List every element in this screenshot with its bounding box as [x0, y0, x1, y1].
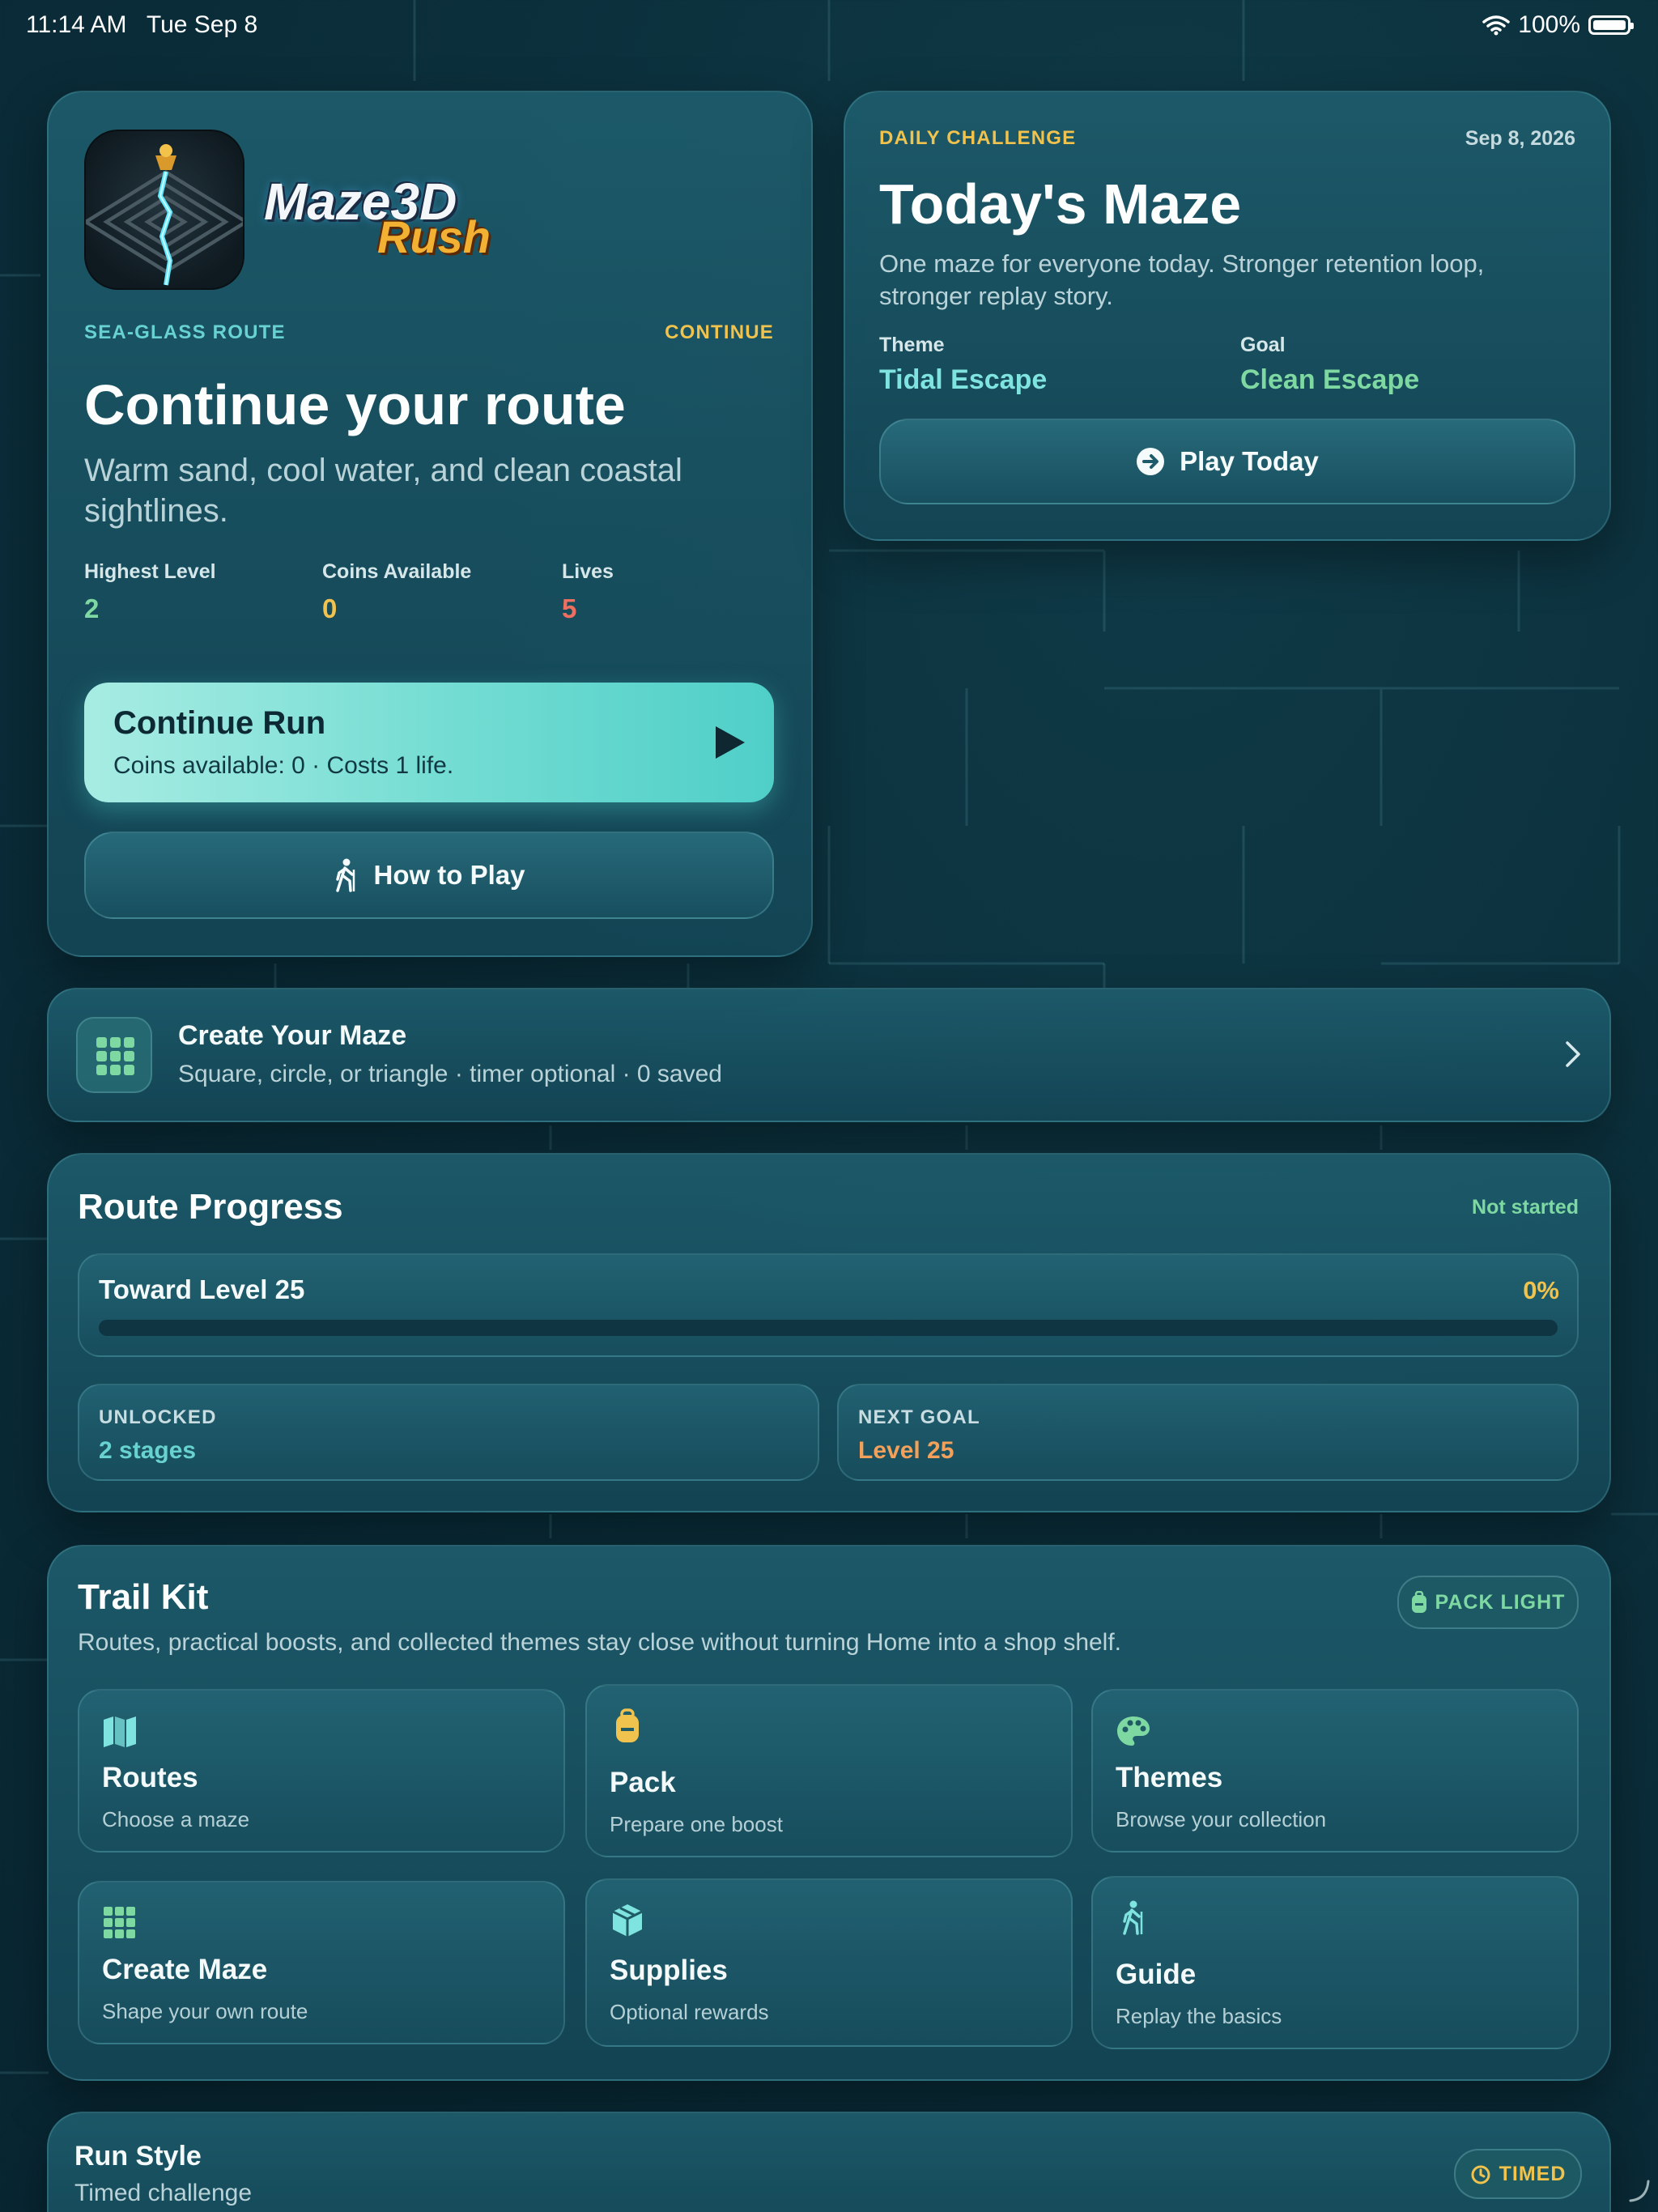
play-icon — [716, 726, 745, 759]
daily-date: Sep 8, 2026 — [1465, 127, 1575, 150]
next-goal-panel: NEXT GOAL Level 25 — [837, 1384, 1579, 1481]
game-logo: Maze3D Rush — [264, 172, 523, 262]
daily-theme-value: Tidal Escape — [879, 364, 1048, 395]
tile-title: Themes — [1116, 1762, 1223, 1793]
tile-title: Supplies — [610, 1955, 728, 1986]
backpack-icon — [616, 1708, 639, 1742]
timed-badge[interactable]: TIMED — [1454, 2149, 1582, 2199]
stat-value: 0 — [322, 593, 338, 623]
resize-handle[interactable] — [1627, 2178, 1652, 2202]
unlocked-panel: UNLOCKED 2 stages — [78, 1384, 819, 1481]
create-maze-icon-box — [76, 1017, 152, 1093]
tile-title: Guide — [1116, 1959, 1197, 1990]
daily-goal-label: Goal — [1240, 334, 1286, 356]
unlocked-label: UNLOCKED — [99, 1406, 217, 1428]
tile-create-maze[interactable]: Create Maze Shape your own route — [78, 1881, 565, 2044]
how-to-play-label: How to Play — [373, 860, 525, 890]
run-style-title: Run Style — [74, 2141, 202, 2172]
progress-bar-panel: Toward Level 25 0% — [78, 1253, 1579, 1357]
hero-title: Continue your route — [84, 373, 626, 436]
continue-run-title: Continue Run — [113, 705, 326, 741]
stat-value: 5 — [562, 593, 577, 623]
stat-label: Lives — [562, 560, 614, 583]
pack-light-badge: PACK LIGHT — [1397, 1576, 1579, 1629]
backpack-icon — [1411, 1591, 1426, 1613]
tile-routes[interactable]: Routes Choose a maze — [78, 1689, 565, 1853]
daily-goal-value: Clean Escape — [1240, 364, 1420, 395]
battery-icon — [1588, 15, 1634, 35]
hiker-icon — [1123, 1900, 1143, 1935]
hiker-icon — [336, 858, 355, 892]
tile-pack[interactable]: Pack Prepare one boost — [585, 1684, 1073, 1857]
stat-highest-level: Highest Level 2 — [84, 560, 216, 624]
app-icon — [84, 130, 244, 290]
grid-icon — [104, 1907, 135, 1938]
stat-value: 2 — [84, 593, 100, 623]
maze-app-icon — [86, 144, 243, 286]
route-name: SEA-GLASS ROUTE — [84, 321, 286, 343]
tile-title: Routes — [102, 1762, 198, 1793]
timed-label: TIMED — [1499, 2162, 1567, 2185]
tile-subtitle: Optional rewards — [610, 2000, 769, 2024]
tile-guide[interactable]: Guide Replay the basics — [1091, 1876, 1579, 2049]
grid-icon — [96, 1037, 134, 1075]
map-icon — [104, 1716, 136, 1747]
continue-run-subtitle: Coins available: 0 · Costs 1 life. — [113, 752, 454, 779]
route-progress-status: Not started — [1472, 1196, 1579, 1219]
arrow-circle-icon — [1137, 448, 1165, 475]
chevron-right-icon — [1566, 1041, 1580, 1067]
tile-title: Pack — [610, 1767, 676, 1798]
create-maze-row[interactable]: Create Your Maze Square, circle, or tria… — [47, 988, 1611, 1122]
daily-eyebrow: DAILY CHALLENGE — [879, 127, 1077, 149]
progress-percent: 0% — [1523, 1276, 1559, 1304]
trail-kit-description: Routes, practical boosts, and collected … — [78, 1629, 1122, 1656]
palette-icon — [1117, 1716, 1150, 1746]
timer-icon — [1471, 2165, 1490, 2184]
logo-sub: Rush — [377, 211, 491, 262]
stat-label: Highest Level — [84, 560, 216, 583]
stat-label: Coins Available — [322, 560, 472, 583]
tile-subtitle: Prepare one boost — [610, 1812, 783, 1836]
tile-subtitle: Shape your own route — [102, 1999, 308, 2023]
tile-subtitle: Browse your collection — [1116, 1807, 1327, 1831]
trail-kit-title: Trail Kit — [78, 1577, 209, 1617]
pack-light-label: PACK LIGHT — [1435, 1590, 1566, 1614]
status-bar-right: 100% — [1482, 11, 1634, 39]
status-bar-time: 11:14 AM Tue Sep 8 — [26, 11, 257, 39]
resize-handle-icon — [1629, 2180, 1650, 2202]
box-icon — [612, 1904, 643, 1937]
create-maze-title: Create Your Maze — [178, 1020, 407, 1051]
continue-run-button[interactable]: Continue Run Coins available: 0 · Costs … — [84, 683, 774, 802]
continue-tag: CONTINUE — [665, 321, 774, 343]
progress-bar-label: Toward Level 25 — [99, 1274, 305, 1304]
next-goal-value: Level 25 — [858, 1437, 954, 1464]
wifi-icon — [1482, 15, 1511, 36]
how-to-play-button[interactable]: How to Play — [84, 832, 774, 919]
stat-lives: Lives 5 — [562, 560, 614, 624]
tile-subtitle: Choose a maze — [102, 1807, 250, 1831]
daily-theme-label: Theme — [879, 334, 945, 356]
progress-track — [99, 1320, 1558, 1336]
tile-supplies[interactable]: Supplies Optional rewards — [585, 1878, 1073, 2047]
unlocked-value: 2 stages — [99, 1437, 197, 1464]
play-today-label: Play Today — [1180, 446, 1319, 476]
tile-themes[interactable]: Themes Browse your collection — [1091, 1689, 1579, 1853]
daily-title: Today's Maze — [879, 172, 1242, 236]
run-style-subtitle: Timed challenge — [74, 2180, 253, 2206]
tile-subtitle: Replay the basics — [1116, 2004, 1282, 2028]
tile-title: Create Maze — [102, 1954, 268, 1985]
status-time: 11:14 AM — [26, 11, 127, 38]
next-goal-label: NEXT GOAL — [858, 1406, 980, 1428]
battery-percent: 100% — [1518, 11, 1580, 38]
stat-coins: Coins Available 0 — [322, 560, 471, 624]
hero-subtitle: Warm sand, cool water, and clean coastal… — [84, 453, 682, 529]
daily-description: One maze for everyone today. Stronger re… — [879, 249, 1485, 310]
create-maze-subtitle: Square, circle, or triangle · timer opti… — [178, 1061, 722, 1087]
play-today-button[interactable]: Play Today — [879, 419, 1575, 504]
route-progress-title: Route Progress — [78, 1187, 343, 1227]
run-style-card — [47, 2112, 1611, 2212]
status-date: Tue Sep 8 — [146, 11, 258, 38]
